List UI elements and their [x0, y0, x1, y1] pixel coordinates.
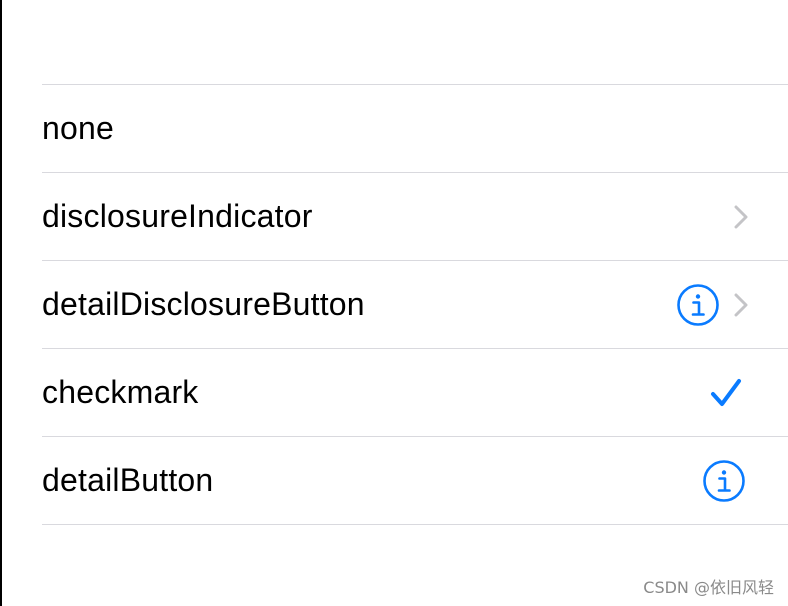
info-button[interactable] [676, 283, 720, 327]
row-label: detailButton [42, 462, 214, 498]
info-circle-icon [677, 283, 719, 326]
table-row-detail-disclosure-button[interactable]: detailDisclosureButton [42, 261, 788, 349]
accessory [734, 173, 748, 260]
row-label: disclosureIndicator [42, 198, 313, 234]
table-view: none disclosureIndicator detailDisclosur… [42, 84, 788, 525]
window-left-border [0, 0, 2, 606]
accessory [676, 261, 748, 348]
table-row-disclosure-indicator[interactable]: disclosureIndicator [42, 173, 788, 261]
table-row-detail-button[interactable]: detailButton [42, 437, 788, 525]
chevron-right-icon [734, 293, 748, 316]
row-label: checkmark [42, 374, 199, 410]
accessory [710, 349, 742, 436]
row-label: detailDisclosureButton [42, 286, 365, 322]
accessory [702, 437, 746, 524]
watermark: CSDN @依旧风轻 [643, 578, 774, 597]
info-button[interactable] [702, 459, 746, 503]
chevron-right-icon [734, 205, 748, 228]
info-circle-icon [703, 459, 745, 502]
table-row-none[interactable]: none [42, 85, 788, 173]
checkmark-icon [711, 378, 741, 406]
table-row-checkmark[interactable]: checkmark [42, 349, 788, 437]
row-label: none [42, 110, 114, 146]
